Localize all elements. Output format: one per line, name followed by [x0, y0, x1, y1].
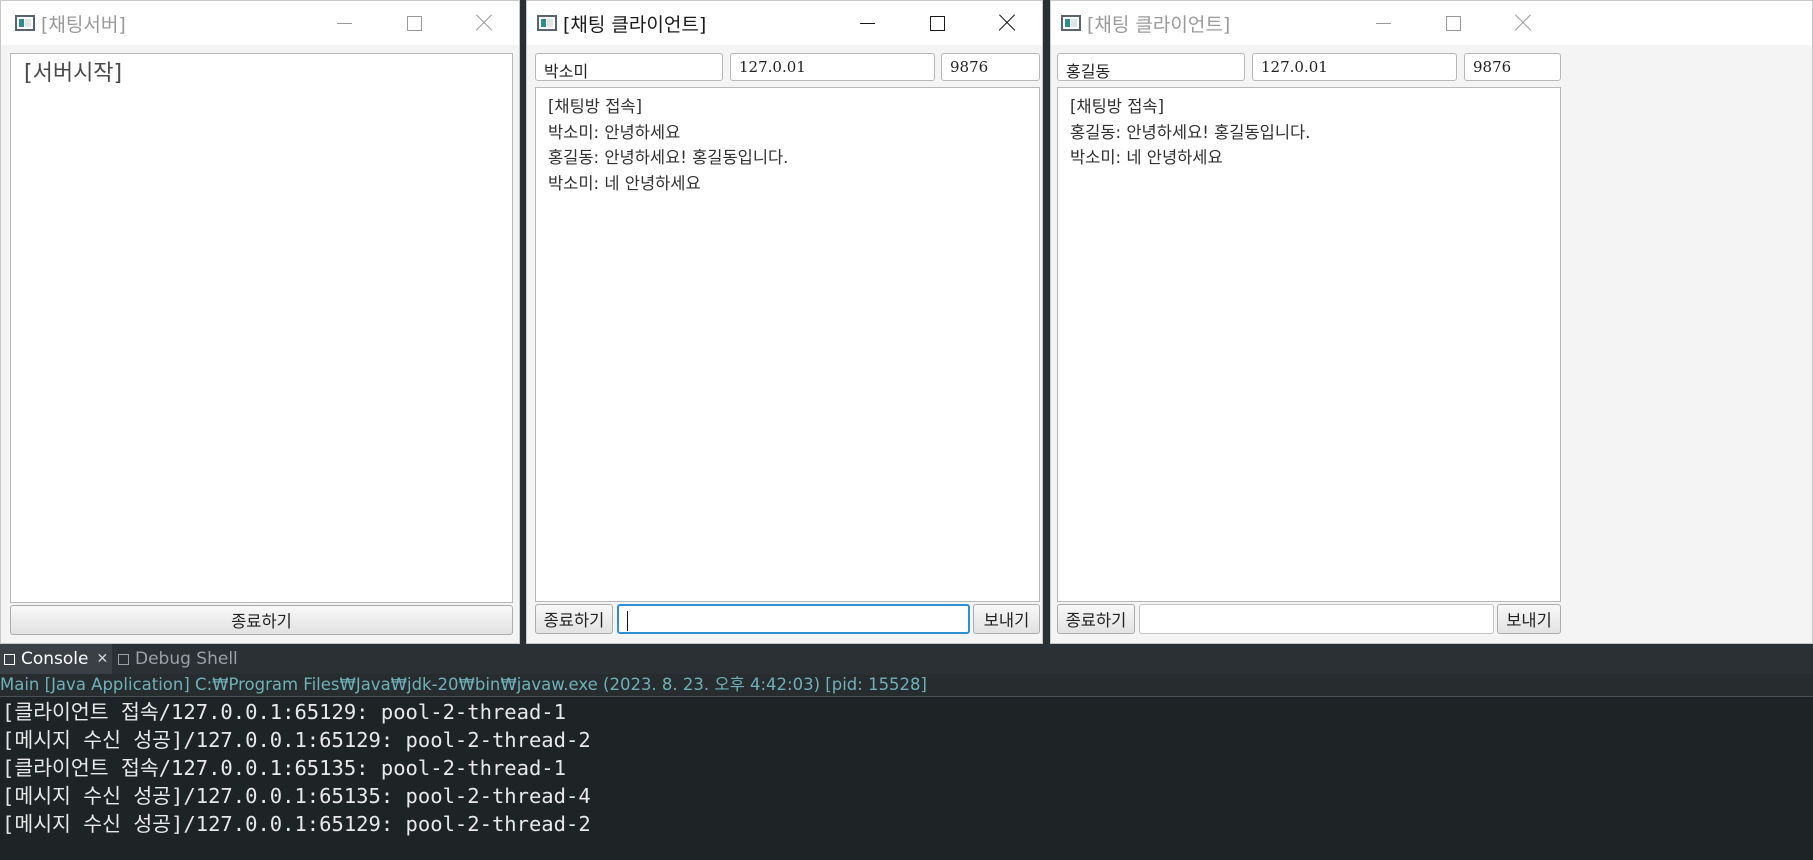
server-stop-button[interactable]: 종료하기 [10, 605, 513, 635]
maximize-button[interactable] [902, 1, 972, 45]
tab-label: Console [21, 649, 89, 669]
nickname-field[interactable]: 박소미 [535, 53, 723, 81]
close-tab-icon[interactable]: ✕ [97, 651, 109, 667]
console-line: [메시지 수신 성공]/127.0.0.1:65129: pool-2-thre… [2, 728, 591, 752]
minimize-icon [1375, 22, 1391, 24]
close-button[interactable] [972, 1, 1042, 45]
text-caret [627, 610, 628, 631]
minimize-button[interactable] [1348, 1, 1418, 45]
minimize-icon [859, 22, 875, 24]
port-field[interactable]: 9876 [1464, 53, 1561, 81]
client2-titlebar[interactable]: [채팅 클라이언트] [1051, 1, 1812, 45]
maximize-button[interactable] [1418, 1, 1488, 45]
client-window-1: [채팅 클라이언트] 박소미 127.0.01 9876 [채팅방 접속] 박소… [526, 0, 1043, 644]
close-icon [998, 14, 1016, 32]
window-title: [채팅 클라이언트] [563, 13, 707, 36]
minimize-button[interactable] [309, 1, 379, 45]
server-window: [채팅서버] [서버시작] 종료하기 [0, 0, 520, 644]
chat-line: [채팅방 접속] [548, 97, 643, 116]
console-icon [4, 653, 15, 665]
console-output[interactable]: [클라이언트 접속/127.0.0.1:65129: pool-2-thread… [0, 697, 1813, 860]
message-input[interactable] [1139, 604, 1494, 634]
app-icon [1061, 15, 1081, 31]
server-log-line: [서버시작] [24, 61, 123, 86]
console-line: [클라이언트 접속/127.0.0.1:65129: pool-2-thread… [2, 700, 566, 724]
close-icon [1514, 14, 1532, 32]
message-input[interactable] [617, 604, 970, 634]
close-button[interactable] [1488, 1, 1558, 45]
client-stop-button[interactable]: 종료하기 [535, 604, 613, 634]
chat-line: 박소미: 안녕하세요 [548, 122, 681, 142]
app-icon [15, 15, 35, 31]
client1-titlebar[interactable]: [채팅 클라이언트] [527, 1, 1042, 45]
chat-line: 박소미: 네 안녕하세요 [1070, 148, 1223, 167]
client-window-2: [채팅 클라이언트] 홍길동 127.0.01 9876 [채팅방 접속] 홍길… [1050, 0, 1813, 644]
console-line: [클라이언트 접속/127.0.0.1:65135: pool-2-thread… [2, 756, 566, 780]
chat-line: [채팅방 접속] [1070, 97, 1165, 116]
console-line: [메시지 수신 성공]/127.0.0.1:65135: pool-2-thre… [2, 784, 591, 808]
server-log-area[interactable]: [서버시작] [10, 53, 513, 603]
send-button[interactable]: 보내기 [973, 604, 1040, 634]
chat-line: 홍길동: 안녕하세요! 홍길동입니다. [1070, 122, 1311, 142]
chat-line: 홍길동: 안녕하세요! 홍길동입니다. [548, 148, 789, 167]
chat-line: 박소미: 네 안녕하세요 [548, 173, 701, 193]
port-field[interactable]: 9876 [941, 53, 1040, 81]
debug-shell-icon [118, 653, 129, 665]
tab-label: Debug Shell [135, 649, 238, 669]
client-stop-button[interactable]: 종료하기 [1057, 604, 1135, 634]
nickname-field[interactable]: 홍길동 [1057, 53, 1245, 81]
minimize-button[interactable] [832, 1, 902, 45]
window-title: [채팅 클라이언트] [1087, 13, 1231, 36]
console-line: [메시지 수신 성공]/127.0.0.1:65129: pool-2-thre… [2, 812, 591, 836]
window-title: [채팅서버] [41, 13, 126, 36]
ip-field[interactable]: 127.0.01 [1252, 53, 1457, 81]
minimize-icon [336, 22, 352, 24]
tab-console[interactable]: Console ✕ [0, 644, 112, 674]
run-info-line: Main [Java Application] C:₩Program Files… [0, 674, 1813, 697]
maximize-button[interactable] [379, 1, 449, 45]
close-button[interactable] [449, 1, 519, 45]
maximize-icon [929, 15, 945, 31]
console-tab-bar: Console ✕ Debug Shell [0, 644, 1813, 674]
ip-field[interactable]: 127.0.01 [730, 53, 935, 81]
send-button[interactable]: 보내기 [1497, 604, 1561, 634]
ide-background-strip [1043, 0, 1050, 644]
maximize-icon [1445, 15, 1461, 31]
tab-debug-shell[interactable]: Debug Shell [114, 644, 242, 674]
maximize-icon [406, 15, 422, 31]
chat-area[interactable]: [채팅방 접속] 박소미: 안녕하세요 홍길동: 안녕하세요! 홍길동입니다. … [535, 87, 1040, 602]
server-titlebar[interactable]: [채팅서버] [1, 1, 519, 45]
chat-area[interactable]: [채팅방 접속] 홍길동: 안녕하세요! 홍길동입니다. 박소미: 네 안녕하세… [1057, 87, 1561, 602]
app-icon [537, 15, 557, 31]
close-icon [475, 14, 493, 32]
